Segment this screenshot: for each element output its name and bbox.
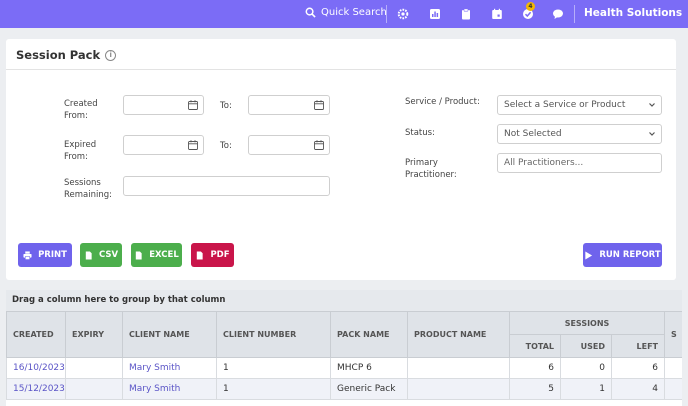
org-menu[interactable]: Health Solutions: [584, 7, 688, 19]
page-title: Session Pack i: [16, 48, 117, 62]
chart-icon[interactable]: [428, 7, 441, 20]
col-client-number[interactable]: CLIENT NUMBER: [216, 311, 331, 358]
cell-client-name-link[interactable]: Mary Smith: [122, 378, 217, 400]
col-group-sessions: SESSIONS: [508, 311, 666, 335]
file-icon: [197, 250, 204, 260]
cell-created-link[interactable]: 15/12/2023: [6, 378, 66, 400]
settings-icon[interactable]: [396, 7, 409, 20]
col-expiry[interactable]: EXPIRY: [65, 311, 123, 358]
chat-icon[interactable]: [551, 7, 564, 20]
practitioner-placeholder: All Practitioners...: [504, 158, 584, 168]
clipboard-icon[interactable]: [459, 7, 472, 20]
sessions-remaining-input[interactable]: [123, 176, 330, 196]
divider: [386, 5, 387, 23]
cell-client-number: 1: [216, 357, 331, 379]
run-report-button[interactable]: RUN REPORT: [583, 243, 662, 267]
notification-badge: 4: [526, 2, 535, 11]
info-icon[interactable]: i: [105, 49, 117, 61]
service-product-label: Service / Product:: [405, 97, 480, 107]
expired-from-input[interactable]: [123, 135, 204, 155]
cell-product-name: [407, 378, 510, 400]
print-label: PRINT: [38, 250, 67, 260]
divider: [6, 69, 676, 70]
quick-search-button[interactable]: Quick Search: [305, 7, 387, 18]
cell-product-name: [407, 357, 510, 379]
primary-practitioner-label: Primary Practitioner:: [405, 158, 457, 180]
cell-left: 4: [610, 378, 666, 400]
quick-search-label: Quick Search: [321, 7, 387, 18]
top-bar: Quick Search 4 Health Solutions: [0, 0, 688, 28]
cell-used: 0: [560, 357, 612, 379]
calendar-icon: [314, 140, 324, 150]
created-to-input[interactable]: [248, 95, 330, 115]
play-icon: [585, 250, 593, 260]
service-product-value: Select a Service or Product: [504, 100, 626, 110]
table-row: 16/10/2023 Mary Smith 1 MHCP 6 6 0 6: [6, 357, 682, 379]
group-by-bar[interactable]: Drag a column here to group by that colu…: [6, 290, 682, 311]
cell-extra: [664, 378, 682, 400]
cell-created-link[interactable]: 16/10/2023: [6, 357, 66, 379]
excel-label: EXCEL: [149, 250, 179, 260]
col-used[interactable]: USED: [560, 334, 612, 358]
calendar-icon: [188, 140, 198, 150]
col-extra[interactable]: S: [664, 311, 682, 358]
calendar-icon: [314, 100, 324, 110]
page-title-text: Session Pack: [16, 48, 101, 62]
cell-client-name-link[interactable]: Mary Smith: [122, 357, 217, 379]
expired-to-label: To:: [220, 141, 232, 151]
created-to-label: To:: [220, 101, 232, 111]
pdf-label: PDF: [210, 250, 230, 260]
results-table: CREATED EXPIRY CLIENT NAME CLIENT NUMBER…: [6, 311, 682, 400]
status-select[interactable]: Not Selected: [497, 124, 662, 144]
csv-label: CSV: [98, 250, 119, 260]
service-product-select[interactable]: Select a Service or Product: [497, 95, 662, 115]
run-report-label: RUN REPORT: [599, 250, 661, 260]
sessions-remaining-label: Sessions Remaining:: [64, 178, 112, 200]
col-created[interactable]: CREATED: [6, 311, 66, 358]
cell-expiry: [65, 357, 123, 379]
col-total[interactable]: TOTAL: [509, 334, 561, 358]
col-product-name[interactable]: PRODUCT NAME: [407, 311, 510, 358]
search-icon: [305, 7, 316, 18]
report-card: Session Pack i Created From: To: Expired…: [6, 39, 676, 280]
cell-pack-name: MHCP 6: [330, 357, 408, 379]
print-button[interactable]: PRINT: [18, 243, 72, 267]
file-icon: [136, 250, 142, 260]
expired-from-label: Expired From:: [64, 140, 97, 162]
calendar-icon: [188, 100, 198, 110]
cell-left: 6: [610, 357, 666, 379]
cell-expiry: [65, 378, 123, 400]
expired-to-input[interactable]: [248, 135, 330, 155]
pdf-button[interactable]: PDF: [191, 243, 234, 267]
created-from-label: Created From:: [64, 99, 98, 121]
col-client-name[interactable]: CLIENT NAME: [122, 311, 217, 358]
csv-button[interactable]: CSV: [80, 243, 122, 267]
cell-client-number: 1: [216, 378, 331, 400]
table-row: 15/12/2023 Mary Smith 1 Generic Pack 5 1…: [6, 378, 682, 400]
created-from-input[interactable]: [123, 95, 204, 115]
print-icon: [23, 250, 32, 260]
org-name: Health Solutions: [584, 7, 683, 19]
cell-extra: [664, 357, 682, 379]
calendar-icon[interactable]: [490, 7, 503, 20]
chevron-down-icon: [649, 103, 655, 107]
col-pack-name[interactable]: PACK NAME: [330, 311, 408, 358]
status-label: Status:: [405, 128, 435, 138]
file-icon: [85, 250, 92, 260]
chevron-down-icon: [649, 132, 655, 136]
divider: [574, 5, 575, 23]
cell-pack-name: Generic Pack: [330, 378, 408, 400]
practitioner-input[interactable]: All Practitioners...: [497, 153, 662, 173]
excel-button[interactable]: EXCEL: [131, 243, 182, 267]
results-grid: Drag a column here to group by that colu…: [6, 290, 682, 406]
col-left[interactable]: LEFT: [610, 334, 666, 358]
cell-used: 1: [560, 378, 612, 400]
cell-total: 6: [509, 357, 561, 379]
cell-total: 5: [509, 378, 561, 400]
status-value: Not Selected: [504, 129, 562, 139]
